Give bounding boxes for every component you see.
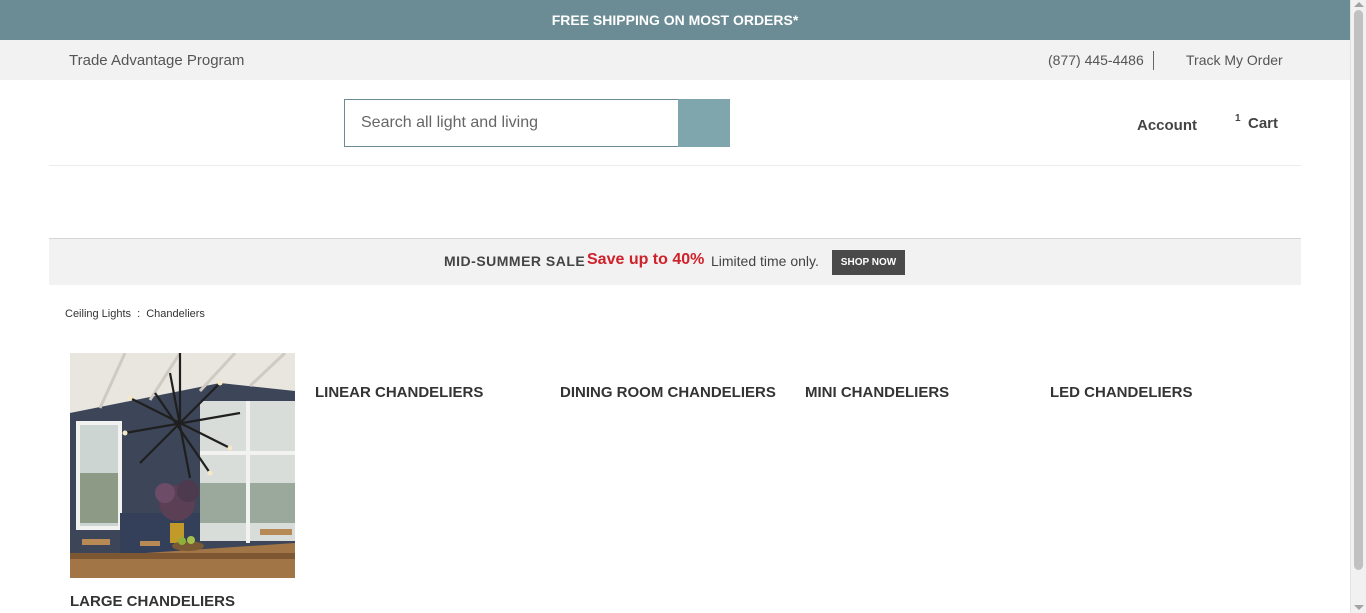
- free-shipping-text[interactable]: FREE SHIPPING ON MOST ORDERS*: [552, 12, 799, 28]
- scroll-up-arrow-icon[interactable]: [1354, 2, 1364, 7]
- promo-bar: MID-SUMMER SALE Save up to 40% Limited t…: [49, 238, 1301, 285]
- search-input[interactable]: [345, 100, 679, 146]
- promo-highlight: Save up to 40%: [587, 251, 705, 268]
- account-link[interactable]: Account: [1137, 117, 1197, 134]
- dining-room-photo: [70, 353, 295, 578]
- cart-count-badge: 1: [1235, 113, 1241, 124]
- search-box: [344, 99, 680, 147]
- page: FREE SHIPPING ON MOST ORDERS* Trade Adva…: [0, 0, 1350, 613]
- utility-divider: [1153, 51, 1154, 70]
- category-linear-chandeliers[interactable]: LINEAR CHANDELIERS: [315, 384, 483, 401]
- phone-number-link[interactable]: (877) 445-4486: [1048, 52, 1144, 68]
- category-led-chandeliers[interactable]: LED CHANDELIERS: [1050, 384, 1193, 401]
- utility-bar: Trade Advantage Program (877) 445-4486 T…: [0, 40, 1350, 80]
- search-button[interactable]: [678, 99, 730, 147]
- breadcrumb-separator: :: [137, 308, 141, 320]
- track-order-link[interactable]: Track My Order: [1186, 52, 1283, 68]
- large-chandeliers-image[interactable]: [70, 353, 295, 578]
- cart-link[interactable]: Cart: [1248, 115, 1278, 132]
- category-mini-chandeliers[interactable]: MINI CHANDELIERS: [805, 384, 949, 401]
- breadcrumb-current: Chandeliers: [146, 308, 205, 320]
- page-scrollbar[interactable]: [1350, 0, 1366, 613]
- breadcrumb: Ceiling Lights : Chandeliers: [65, 308, 205, 320]
- promo-label: MID-SUMMER SALE: [444, 253, 586, 269]
- category-large-chandeliers[interactable]: LARGE CHANDELIERS: [70, 593, 235, 610]
- promo-subtext: Limited time only.: [711, 253, 819, 269]
- trade-advantage-link[interactable]: Trade Advantage Program: [69, 52, 244, 69]
- shop-now-button[interactable]: SHOP NOW: [832, 250, 905, 275]
- free-shipping-banner[interactable]: FREE SHIPPING ON MOST ORDERS*: [0, 0, 1350, 40]
- breadcrumb-parent-link[interactable]: Ceiling Lights: [65, 308, 131, 320]
- header-divider: [49, 165, 1301, 166]
- scrollbar-thumb[interactable]: [1354, 10, 1363, 570]
- scroll-down-arrow-icon[interactable]: [1354, 605, 1364, 610]
- category-dining-room-chandeliers[interactable]: DINING ROOM CHANDELIERS: [560, 384, 776, 401]
